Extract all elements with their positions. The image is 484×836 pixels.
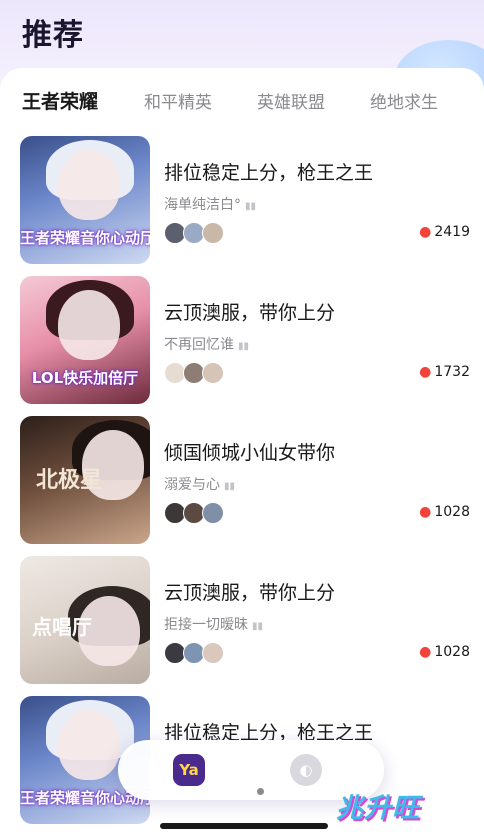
thumbnail-banner: 点唱厅	[32, 615, 92, 639]
avatar	[202, 642, 224, 664]
flame-icon: ●	[419, 364, 432, 380]
audio-bars-icon: ▮▮	[224, 481, 236, 492]
tab-heping[interactable]: 和平精英	[144, 88, 212, 113]
room-thumbnail: 王者荣耀音你心动厅	[20, 136, 150, 264]
tab-juedi[interactable]: 绝地求生	[370, 88, 438, 113]
ya-app-icon[interactable]: Ya	[173, 754, 205, 786]
flame-icon: ●	[419, 504, 432, 520]
room-thumbnail: LOL快乐加倍厅	[20, 276, 150, 404]
content-card: 王者荣耀 和平精英 英雄联盟 绝地求生 王者荣耀音你心动厅 排位稳定上分，枪王之…	[0, 68, 484, 836]
category-tabs: 王者荣耀 和平精英 英雄联盟 绝地求生	[0, 68, 484, 130]
thumbnail-banner: 王者荣耀音你心动厅	[20, 229, 150, 247]
room-owner: 不再回忆谁 ▮▮	[164, 337, 250, 353]
room-card[interactable]: 王者荣耀音你心动厅 排位稳定上分，枪王之王 海单纯洁白° ▮▮ ● 2419	[20, 136, 470, 264]
room-title: 云顶澳服，带你上分	[164, 302, 336, 324]
room-owner: 海单纯洁白° ▮▮	[164, 197, 257, 213]
tab-wangzhe[interactable]: 王者荣耀	[22, 87, 98, 114]
room-thumbnail: 点唱厅	[20, 556, 150, 684]
page-indicator-dot	[257, 788, 264, 795]
thumbnail-banner: 北极星	[36, 468, 103, 493]
heat-count: ● 1028	[419, 504, 470, 520]
tab-yingxiong[interactable]: 英雄联盟	[257, 88, 325, 113]
audio-bars-icon: ▮▮	[245, 201, 257, 212]
avatar	[202, 222, 224, 244]
audio-bars-icon: ▮▮	[252, 621, 264, 632]
avatar	[202, 502, 224, 524]
thumbnail-banner: LOL快乐加倍厅	[31, 369, 139, 387]
room-card[interactable]: 点唱厅 云顶澳服，带你上分 拒接一切暧昧 ▮▮ ● 1028	[20, 556, 470, 684]
room-card[interactable]: 北极星 倾国倾城小仙女带你 溺爱与心 ▮▮ ● 1028	[20, 416, 470, 544]
watermark-logo: 兆升旺	[336, 793, 420, 824]
room-title: 倾国倾城小仙女带你	[164, 442, 336, 464]
page-title: 推荐	[22, 18, 84, 53]
avatar	[202, 362, 224, 384]
room-thumbnail: 北极星	[20, 416, 150, 544]
home-indicator[interactable]	[160, 823, 328, 829]
heat-count: ● 1732	[419, 364, 470, 380]
room-title: 排位稳定上分，枪王之王	[164, 162, 374, 184]
flame-icon: ●	[419, 644, 432, 660]
heat-count: ● 1028	[419, 644, 470, 660]
flame-icon: ●	[419, 224, 432, 240]
room-title: 云顶澳服，带你上分	[164, 582, 336, 604]
moon-app-icon[interactable]: ◐	[290, 754, 322, 786]
heat-count: ● 2419	[419, 224, 470, 240]
room-card[interactable]: LOL快乐加倍厅 云顶澳服，带你上分 不再回忆谁 ▮▮ ● 1732	[20, 276, 470, 404]
audio-bars-icon: ▮▮	[238, 341, 250, 352]
room-owner: 拒接一切暧昧 ▮▮	[164, 617, 264, 633]
room-owner: 溺爱与心 ▮▮	[164, 477, 236, 493]
